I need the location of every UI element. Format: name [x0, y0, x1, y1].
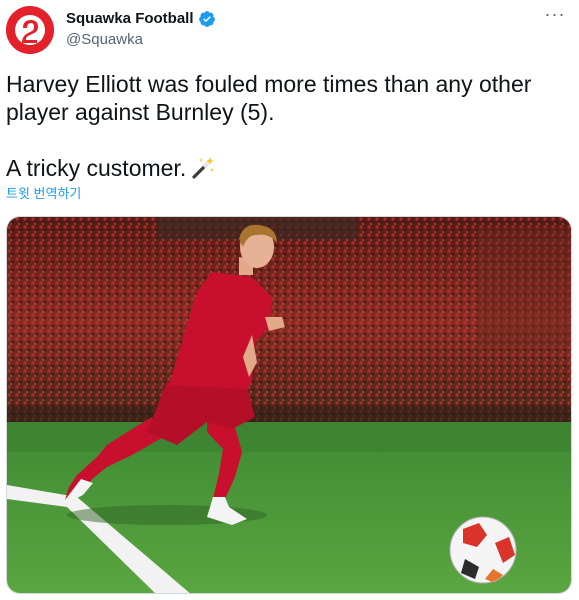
squawka-logo-icon [6, 6, 54, 54]
magic-wand-icon [192, 157, 215, 179]
tweet-card: Squawka Football @Squawka ··· Harvey Ell… [0, 0, 579, 600]
verified-badge-icon [198, 11, 215, 27]
tweet-line-2: A tricky customer. [6, 154, 566, 182]
tweet-media-photo[interactable] [6, 216, 572, 594]
translate-tweet-link[interactable]: 트윗 번역하기 [6, 186, 81, 202]
author-name[interactable]: Squawka Football [66, 10, 216, 28]
tweet-line-1: Harvey Elliott was fouled more times tha… [6, 71, 532, 125]
tweet-text: Harvey Elliott was fouled more times tha… [6, 70, 566, 182]
author-handle[interactable]: @Squawka [66, 31, 143, 49]
football-player-photo [7, 217, 571, 593]
author-name-text[interactable]: Squawka Football [66, 10, 194, 28]
tweet-line-2-text: A tricky customer. [6, 155, 187, 181]
avatar[interactable] [6, 6, 54, 54]
more-options-icon[interactable]: ··· [541, 5, 569, 30]
